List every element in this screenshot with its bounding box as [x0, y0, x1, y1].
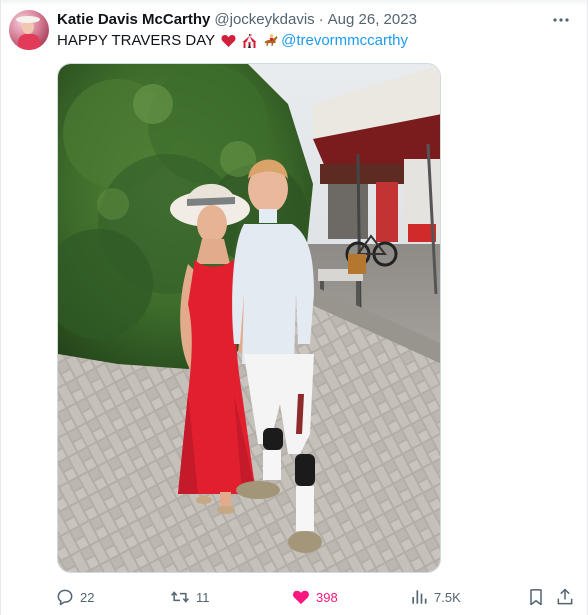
heart-filled-icon [293, 590, 309, 605]
repost-button[interactable]: 11 [169, 584, 210, 610]
author-name[interactable]: Katie Davis McCarthy [57, 11, 210, 28]
horse-racing-icon [264, 34, 278, 46]
reply-icon [57, 589, 73, 606]
circus-tent-icon [242, 34, 257, 48]
repost-icon [171, 591, 189, 603]
tweet-text-body: HAPPY TRAVERS DAY [57, 32, 216, 49]
more-options-icon[interactable] [551, 10, 571, 30]
views-button[interactable]: 7.5K [409, 584, 461, 610]
mention-link[interactable]: @trevormmccarthy [281, 31, 408, 51]
views-count: 7.5K [434, 589, 461, 605]
like-count: 398 [316, 589, 338, 605]
share-icon [557, 588, 573, 605]
tweet-photo[interactable] [57, 63, 441, 573]
tweet-header: Katie Davis McCarthy @jockeykdavis · Aug… [57, 9, 417, 29]
red-heart-icon [221, 35, 236, 47]
author-handle[interactable]: @jockeykdavis [214, 11, 314, 28]
like-button[interactable]: 398 [291, 584, 338, 610]
reply-count: 22 [80, 589, 95, 605]
bookmark-icon [530, 589, 542, 606]
tweet-actions: 22 11 398 7.5K [55, 584, 579, 610]
avatar[interactable] [9, 10, 49, 50]
tweet-text: HAPPY TRAVERS DAY @trevormmccarthy [57, 31, 408, 51]
reply-button[interactable]: 22 [55, 584, 94, 610]
repost-count: 11 [196, 589, 210, 605]
share-button[interactable] [555, 584, 575, 610]
header-separator: · [318, 10, 324, 28]
bookmark-button[interactable] [526, 584, 546, 610]
previous-tweet-edge [1, 0, 587, 6]
views-chart-icon [412, 590, 427, 604]
tweet-date[interactable]: Aug 26, 2023 [328, 11, 417, 28]
tweet-card[interactable]: Katie Davis McCarthy @jockeykdavis · Aug… [0, 0, 588, 615]
